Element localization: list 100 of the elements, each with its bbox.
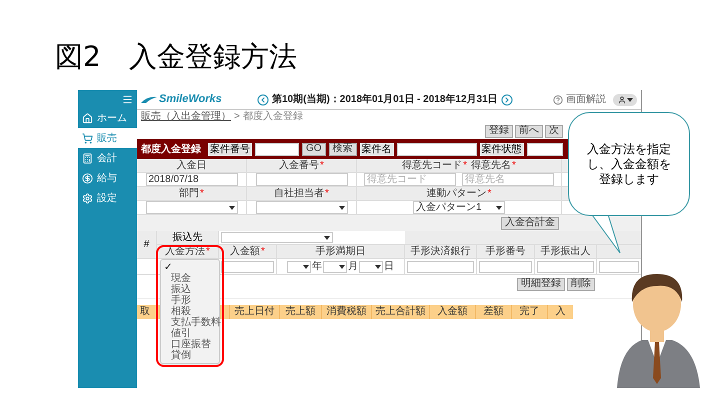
- breadcrumb-link[interactable]: 販売（入出金管理）: [141, 112, 231, 122]
- table-header-cell: 手形満期日: [277, 245, 405, 259]
- logo-icon: [141, 96, 157, 104]
- page-title: 都度入金登録: [141, 142, 201, 156]
- dropdown-option[interactable]: 振込: [161, 284, 219, 295]
- caret-icon: [228, 206, 234, 210]
- select-field[interactable]: [256, 201, 348, 214]
- money-icon: [82, 172, 93, 184]
- field-label: 得意先コード*: [402, 160, 467, 170]
- field-label: 部門*: [179, 188, 204, 198]
- dropdown-option[interactable]: 口座振替: [161, 339, 219, 350]
- input-field[interactable]: [396, 142, 477, 156]
- table-header-cell: 手形振出人: [535, 245, 597, 259]
- input-field[interactable]: 2018/07/18: [146, 173, 238, 186]
- field-label: 案件名: [360, 142, 394, 156]
- column-header: 売上日付: [234, 307, 274, 317]
- column-header: 入金額: [438, 307, 468, 317]
- toolbar-button[interactable]: 登録: [485, 124, 513, 138]
- input-field[interactable]: [537, 260, 594, 272]
- select-field[interactable]: [221, 232, 333, 243]
- input-field[interactable]: [599, 260, 639, 272]
- date-unit: 年: [312, 262, 322, 272]
- field-label: 得意先名*: [471, 160, 516, 170]
- required-mark: *: [320, 160, 324, 170]
- field-label: 連動パターン*: [426, 188, 492, 198]
- dropdown-option[interactable]: 貸倒: [161, 350, 219, 361]
- required-mark: *: [488, 188, 492, 198]
- callout-text: 入金方法を指定し、入金金額を登録します: [586, 142, 672, 186]
- select-field[interactable]: [287, 260, 311, 272]
- table-header-cell: 手形番号: [477, 245, 535, 259]
- slide-title: 図2 入金登録方法: [55, 40, 297, 74]
- toolbar-button[interactable]: 削除: [567, 278, 595, 290]
- field-label: 自社担当者*: [274, 188, 329, 198]
- previous-period-icon[interactable]: [257, 94, 269, 106]
- dropdown-option[interactable]: ✓: [161, 262, 219, 273]
- table-header-cell: [597, 245, 641, 259]
- column-header: 取: [140, 307, 150, 317]
- input-field[interactable]: [526, 142, 563, 156]
- calculator-icon: [82, 152, 93, 164]
- select-field[interactable]: [359, 260, 383, 272]
- dropdown-option[interactable]: 現金: [161, 273, 219, 284]
- caret-icon: [338, 206, 344, 210]
- select-field[interactable]: [146, 201, 238, 214]
- table-header-cell: 手形決済銀行: [405, 245, 477, 259]
- caret-icon: [496, 206, 502, 210]
- input-field[interactable]: [407, 260, 474, 272]
- toolbar-button[interactable]: 入金合計金: [501, 216, 559, 230]
- column-header: 売上額: [286, 307, 316, 317]
- input-field[interactable]: [221, 260, 274, 272]
- sidebar-item[interactable]: ホーム: [78, 108, 137, 128]
- field-label: 案件状態: [480, 142, 524, 156]
- required-mark: *: [206, 245, 210, 259]
- dropdown-option[interactable]: 手形: [161, 295, 219, 306]
- toolbar-button[interactable]: 検索: [328, 142, 357, 156]
- cart-icon: [82, 132, 93, 144]
- next-period-icon[interactable]: [500, 94, 513, 106]
- toolbar-button[interactable]: GO: [302, 142, 326, 156]
- breadcrumb-current: 都度入金登録: [242, 112, 303, 122]
- table-header-cell: #: [137, 231, 157, 259]
- select-field[interactable]: [323, 260, 347, 272]
- caret-icon: [303, 264, 309, 268]
- column-header: 売上合計額: [376, 307, 426, 317]
- sidebar-item[interactable]: 販売: [78, 128, 137, 148]
- table-header-cell: 入金額*: [219, 245, 277, 259]
- input-field[interactable]: [256, 173, 348, 186]
- dropdown-option[interactable]: 値引: [161, 328, 219, 339]
- column-header: 消費税額: [326, 307, 366, 317]
- help-link[interactable]: 画面解説: [566, 92, 606, 107]
- breadcrumb-separator: >: [234, 112, 240, 122]
- column-header: 完了: [520, 307, 540, 317]
- sidebar-item[interactable]: 会計: [78, 148, 137, 168]
- toolbar-button[interactable]: 次: [545, 124, 563, 138]
- select-field[interactable]: 入金パターン1: [413, 201, 505, 214]
- fiscal-period: 第10期(当期)：2018年01月01日 - 2018年12月31日: [272, 92, 498, 107]
- dropdown-option[interactable]: 相殺: [161, 306, 219, 317]
- column-header: 差額: [484, 307, 504, 317]
- home-icon: [82, 112, 93, 124]
- menu-icon[interactable]: [122, 94, 133, 104]
- caret-icon: [626, 98, 632, 102]
- field-label: 案件番号: [208, 142, 252, 156]
- toolbar-button[interactable]: 前へ: [515, 124, 543, 138]
- settings-icon: [82, 192, 93, 204]
- input-field[interactable]: [255, 142, 299, 156]
- input-field[interactable]: [479, 260, 532, 272]
- table-header-cell: 振込先: [157, 231, 219, 245]
- toolbar-button[interactable]: 明細登録: [517, 278, 565, 290]
- caret-icon: [339, 264, 345, 268]
- field-label: 入金番号*: [279, 160, 324, 170]
- help-icon[interactable]: [553, 94, 563, 104]
- user-icon: [618, 96, 626, 104]
- required-mark: *: [512, 160, 516, 170]
- date-unit: 日: [384, 262, 394, 272]
- field-label: 入金日: [176, 160, 206, 170]
- user-menu-button[interactable]: [613, 94, 637, 106]
- sidebar-item[interactable]: 設定: [78, 188, 137, 208]
- column-header: 入: [556, 307, 566, 317]
- dropdown-option[interactable]: 支払手数料: [161, 317, 219, 328]
- required-mark: *: [200, 188, 204, 198]
- sidebar-item[interactable]: 給与: [78, 168, 137, 188]
- logo-text: SmileWorks: [159, 92, 222, 108]
